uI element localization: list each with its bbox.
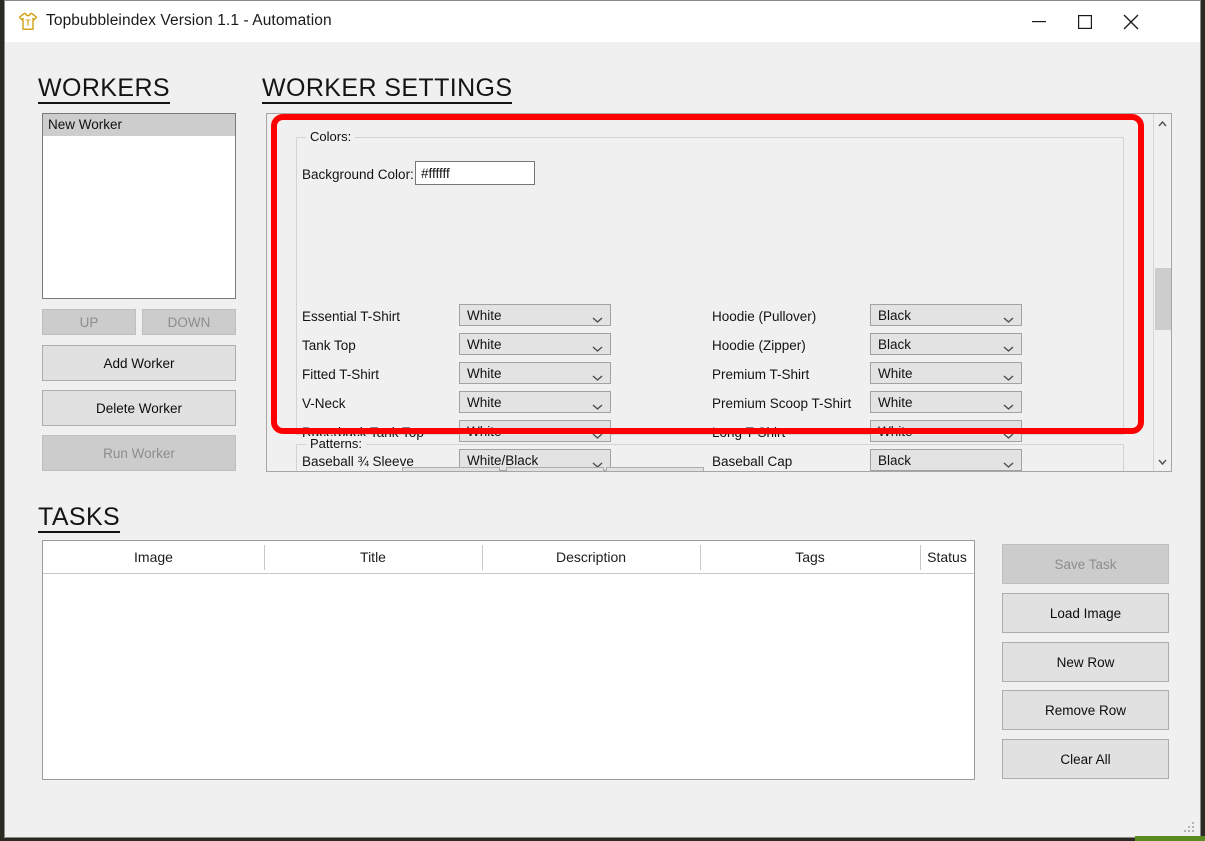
color-label-long-t-shirt: Long T-Shirt (712, 425, 786, 440)
load-image-button[interactable]: Load Image (1002, 593, 1169, 633)
chevron-down-icon (592, 312, 603, 323)
list-item[interactable]: New Worker (43, 114, 235, 136)
worker-settings-scroll-content: Colors: Background Color: #ffffff Essent… (267, 114, 1152, 471)
color-select-value: Black (878, 307, 912, 323)
add-worker-button[interactable]: Add Worker (42, 345, 236, 381)
column-divider (700, 545, 701, 570)
pattern-button-3[interactable] (606, 467, 704, 471)
scroll-up-arrow-icon[interactable] (1154, 115, 1171, 132)
color-select-long-t-shirt[interactable]: White (870, 420, 1022, 442)
close-button[interactable] (1108, 1, 1154, 42)
application-window: T Topbubbleindex Version 1.1 - Automatio… (4, 0, 1201, 838)
column-header-description[interactable]: Description (482, 541, 700, 574)
color-label-essential-t-shirt: Essential T-Shirt (302, 309, 401, 324)
column-header-tags[interactable]: Tags (700, 541, 920, 574)
window-title: Topbubbleindex Version 1.1 - Automation (46, 12, 332, 29)
color-select-fitted-t-shirt[interactable]: White (459, 362, 611, 384)
color-select-premium-scoop-t-shirt[interactable]: White (870, 391, 1022, 413)
color-select-value: White (467, 365, 502, 381)
tasks-table-header: Image Title Description Tags Status (43, 541, 974, 574)
scrollbar-thumb[interactable] (1155, 268, 1171, 330)
color-label-hoodie-pullover: Hoodie (Pullover) (712, 309, 817, 324)
column-header-image[interactable]: Image (43, 541, 264, 574)
move-up-button[interactable]: UP (42, 309, 136, 335)
background-color-input[interactable]: #ffffff (415, 161, 535, 185)
chevron-down-icon (1003, 428, 1014, 439)
chevron-down-icon (592, 370, 603, 381)
chevron-down-icon (1003, 312, 1014, 323)
color-select-value: White (467, 307, 502, 323)
column-header-title[interactable]: Title (264, 541, 482, 574)
colors-group-label: Colors: (306, 129, 356, 144)
color-select-value: White (467, 423, 502, 439)
color-select-racerback-tank-top[interactable]: White (459, 420, 611, 442)
worker-settings-heading: WORKER SETTINGS (262, 75, 513, 105)
chevron-down-icon (1003, 341, 1014, 352)
tasks-heading: TASKS (38, 504, 121, 534)
color-select-value: White (878, 394, 913, 410)
column-divider (920, 545, 921, 570)
run-worker-button[interactable]: Run Worker (42, 435, 236, 471)
pattern-button-1[interactable] (402, 467, 500, 471)
column-header-status[interactable]: Status (920, 541, 974, 574)
delete-worker-button[interactable]: Delete Worker (42, 390, 236, 426)
color-label-fitted-t-shirt: Fitted T-Shirt (302, 367, 380, 382)
save-task-button[interactable]: Save Task (1002, 544, 1169, 584)
color-select-premium-t-shirt[interactable]: White (870, 362, 1022, 384)
chevron-down-icon (1003, 370, 1014, 381)
new-row-button[interactable]: New Row (1002, 642, 1169, 682)
color-label-tank-top: Tank Top (302, 338, 356, 353)
minimize-button[interactable] (1016, 1, 1062, 42)
screen: T Topbubbleindex Version 1.1 - Automatio… (0, 0, 1205, 841)
tshirt-icon: T (18, 12, 38, 31)
column-divider (264, 545, 265, 570)
svg-text:T: T (25, 18, 31, 28)
patterns-group-label: Patterns: (306, 436, 367, 451)
color-select-essential-t-shirt[interactable]: White (459, 304, 611, 326)
color-select-value: Black (878, 336, 912, 352)
scroll-down-arrow-icon[interactable] (1154, 453, 1171, 470)
column-divider (482, 545, 483, 570)
color-label-premium-scoop-t-shirt: Premium Scoop T-Shirt (712, 396, 852, 411)
chevron-down-icon (592, 399, 603, 410)
clear-all-button[interactable]: Clear All (1002, 739, 1169, 779)
color-select-value: White (878, 365, 913, 381)
color-select-value: White (878, 423, 913, 439)
remove-row-button[interactable]: Remove Row (1002, 690, 1169, 730)
worker-settings-panel: Colors: Background Color: #ffffff Essent… (266, 113, 1172, 472)
color-select-hoodie-zipper[interactable]: Black (870, 333, 1022, 355)
color-select-value: White (467, 336, 502, 352)
chevron-down-icon (592, 341, 603, 352)
color-select-tank-top[interactable]: White (459, 333, 611, 355)
maximize-button[interactable] (1062, 1, 1108, 42)
color-select-v-neck[interactable]: White (459, 391, 611, 413)
color-label-premium-t-shirt: Premium T-Shirt (712, 367, 810, 382)
color-select-hoodie-pullover[interactable]: Black (870, 304, 1022, 326)
settings-scrollbar[interactable] (1153, 114, 1171, 471)
color-label-v-neck: V-Neck (302, 396, 346, 411)
workers-heading: WORKERS (38, 75, 170, 105)
tasks-table[interactable]: Image Title Description Tags Status (42, 540, 975, 780)
move-down-button[interactable]: DOWN (142, 309, 236, 335)
background-color-label: Background Color: (302, 167, 414, 182)
pattern-button-2[interactable] (506, 467, 604, 471)
title-bar: T Topbubbleindex Version 1.1 - Automatio… (5, 1, 1200, 42)
taskbar-peek (1135, 836, 1205, 841)
color-select-value: White (467, 394, 502, 410)
chevron-down-icon (592, 428, 603, 439)
resize-grip[interactable] (1182, 820, 1196, 834)
chevron-down-icon (1003, 399, 1014, 410)
color-label-hoodie-zipper: Hoodie (Zipper) (712, 338, 806, 353)
workers-list[interactable]: New Worker (42, 113, 236, 299)
